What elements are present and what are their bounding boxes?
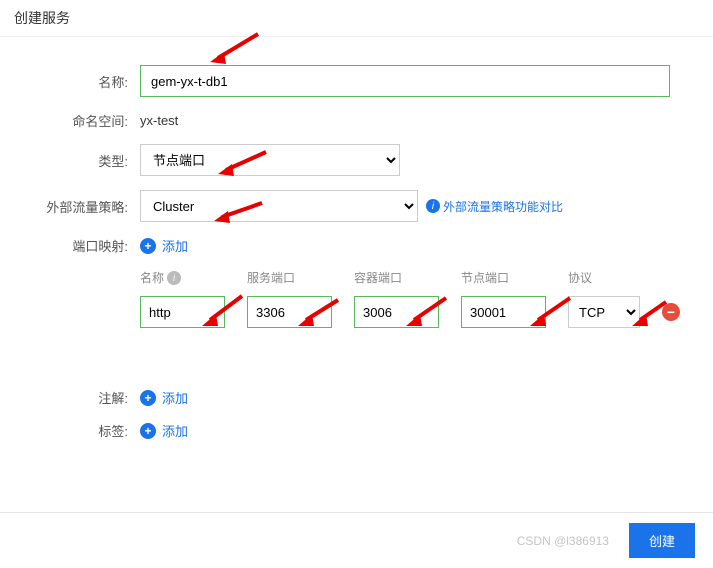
th-name: 名称 i [140, 269, 225, 286]
create-button[interactable]: 创建 [629, 523, 695, 558]
node-port-input[interactable] [461, 296, 546, 328]
plus-icon: + [140, 238, 156, 254]
remove-port-button[interactable]: − [662, 303, 680, 321]
port-mapping-table: 名称 i 服务端口 容器端口 节点端口 协议 TCP − [140, 269, 713, 328]
row-policy: 外部流量策略: Cluster i 外部流量策略功能对比 [0, 190, 713, 222]
row-name: 名称: [0, 65, 713, 97]
watermark: CSDN @l386913 [517, 534, 609, 548]
add-port-button[interactable]: + 添加 [140, 236, 188, 255]
type-label: 类型: [0, 151, 132, 170]
row-tag: 标签: + 添加 [0, 421, 713, 440]
name-input[interactable] [140, 65, 670, 97]
tag-label: 标签: [0, 421, 132, 440]
info-icon: i [426, 199, 440, 213]
policy-link-text: 外部流量策略功能对比 [443, 198, 563, 215]
row-type: 类型: 节点端口 [0, 144, 713, 176]
page-title: 创建服务 [0, 0, 713, 37]
namespace-value: yx-test [140, 113, 178, 128]
service-port-input[interactable] [247, 296, 332, 328]
footer-bar: CSDN @l386913 创建 [0, 512, 713, 568]
add-annotation-button[interactable]: + 添加 [140, 388, 188, 407]
policy-select[interactable]: Cluster [140, 190, 418, 222]
policy-label: 外部流量策略: [0, 197, 132, 216]
th-node-port: 节点端口 [461, 269, 546, 286]
th-container-port: 容器端口 [354, 269, 439, 286]
container-port-input[interactable] [354, 296, 439, 328]
table-headers: 名称 i 服务端口 容器端口 节点端口 协议 [140, 269, 713, 286]
port-name-input[interactable] [140, 296, 225, 328]
namespace-label: 命名空间: [0, 111, 132, 130]
add-text: 添加 [162, 236, 188, 255]
row-port-mapping: 端口映射: + 添加 [0, 236, 713, 255]
port-row: TCP − [140, 296, 713, 328]
name-label: 名称: [0, 72, 132, 91]
plus-icon: + [140, 423, 156, 439]
add-text: 添加 [162, 388, 188, 407]
port-label: 端口映射: [0, 236, 132, 255]
policy-compare-link[interactable]: i 外部流量策略功能对比 [426, 198, 563, 215]
annotation-label: 注解: [0, 388, 132, 407]
th-service-port: 服务端口 [247, 269, 332, 286]
help-icon: i [167, 271, 181, 285]
form-container: 名称: 命名空间: yx-test 类型: 节点端口 外部流量策略: Clust… [0, 37, 713, 440]
row-namespace: 命名空间: yx-test [0, 111, 713, 130]
row-annotation: 注解: + 添加 [0, 388, 713, 407]
plus-icon: + [140, 390, 156, 406]
add-tag-button[interactable]: + 添加 [140, 421, 188, 440]
add-text: 添加 [162, 421, 188, 440]
type-select[interactable]: 节点端口 [140, 144, 400, 176]
th-protocol: 协议 [568, 269, 630, 286]
protocol-select[interactable]: TCP [568, 296, 640, 328]
